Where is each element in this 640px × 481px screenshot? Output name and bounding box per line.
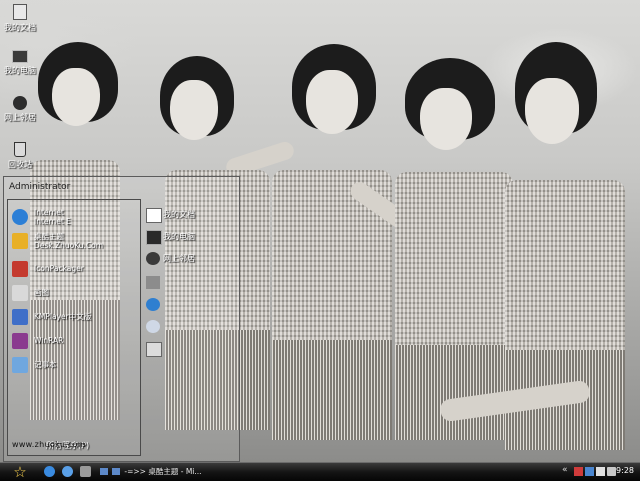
desktop-icon-label: 我的电脑: [4, 66, 36, 75]
taskbar: ☆ -=>> 桌酷主题 - Mi... « 9:28: [0, 462, 640, 481]
start-item-internet[interactable]: Internet Internet E: [12, 208, 137, 226]
winrar-icon: [12, 333, 28, 349]
start-button[interactable]: ☆: [8, 463, 32, 481]
notepad-icon: [12, 357, 28, 373]
start-menu-programs-pane: Internet Internet E 桌酷主题 Desk.ZhuoKu.Com I…: [7, 199, 141, 456]
start-item-kmplayer[interactable]: KMPlayer中文版: [12, 308, 137, 326]
start-item-label: WinRAR: [34, 336, 64, 345]
taskbar-task-label: -=>>: [124, 467, 146, 476]
desktop-icon-label: 回收站: [8, 160, 32, 169]
start-item-zhuoku-theme[interactable]: 桌酷主题 Desk.ZhuoKu.Com: [12, 232, 137, 250]
search-icon: [146, 320, 160, 333]
start-item-winrar[interactable]: WinRAR: [12, 332, 137, 350]
run-icon: [146, 342, 162, 357]
place-run[interactable]: [146, 341, 236, 357]
taskbar-task-label: 桌酷主题 - Mi...: [148, 467, 202, 476]
tray-expand-arrow[interactable]: «: [562, 465, 568, 475]
desktop-icon-recycle-bin[interactable]: 回收站: [0, 142, 40, 170]
desktop-icon-my-computer[interactable]: 我的电脑: [0, 50, 40, 76]
help-icon: [146, 298, 160, 311]
ie-alt-quicklaunch-icon[interactable]: [62, 466, 73, 477]
start-menu-username: Administrator: [9, 182, 71, 192]
my-computer-icon: [146, 230, 162, 245]
my-documents-icon: [146, 208, 162, 223]
tray-icon-1[interactable]: [574, 467, 583, 476]
system-tray: « 9:28: [562, 463, 640, 481]
zhuoku-watermark: www.zhuoku.com: [12, 440, 86, 449]
desktop-icon-network[interactable]: 网上邻居: [0, 96, 40, 123]
paint-icon: [12, 285, 28, 301]
place-network[interactable]: 网上邻居: [146, 251, 236, 267]
place-label: 网上邻居: [163, 254, 195, 263]
place-search[interactable]: [146, 319, 236, 335]
place-my-computer[interactable]: 我的电脑: [146, 229, 236, 245]
ie-quicklaunch-icon[interactable]: [44, 466, 55, 477]
start-item-label: 画图: [34, 288, 49, 297]
desktop-icon-label: 我的文档: [4, 23, 36, 32]
task-window-icon-2: [112, 468, 120, 475]
desktop-icon-label: 网上邻居: [4, 113, 36, 122]
start-menu-places-pane: 我的文档 我的电脑 网上邻居: [144, 199, 236, 439]
place-label: 我的文档: [163, 210, 195, 219]
start-item-iconpackager[interactable]: IconPackager: [12, 260, 137, 278]
network-icon: [13, 96, 27, 110]
taskbar-task-2[interactable]: -=>> 桌酷主题 - Mi...: [108, 465, 202, 479]
tray-icon-3[interactable]: [596, 467, 605, 476]
recycle-bin-icon: [14, 142, 26, 157]
volume-icon[interactable]: [607, 467, 616, 476]
start-item-label: 记事本: [34, 360, 57, 369]
desktop-icon-my-documents[interactable]: 我的文档: [0, 4, 40, 33]
start-item-paint[interactable]: 画图: [12, 284, 137, 302]
start-item-label: Internet Internet E: [34, 208, 71, 226]
start-item-label: KMPlayer中文版: [34, 312, 92, 321]
start-item-label: 桌酷主题 Desk.ZhuoKu.Com: [34, 232, 104, 250]
iconpackager-icon: [12, 261, 28, 277]
network-places-icon: [146, 252, 160, 265]
clock[interactable]: 9:28: [616, 466, 634, 475]
place-control-panel[interactable]: [146, 275, 236, 291]
computer-icon: [12, 50, 28, 63]
start-item-notepad[interactable]: 记事本: [12, 356, 137, 374]
kmplayer-icon: [12, 309, 28, 325]
tray-icon-2[interactable]: [585, 467, 594, 476]
task-window-icon: [100, 468, 108, 475]
start-item-label: IconPackager: [34, 264, 84, 273]
control-panel-icon: [146, 276, 160, 289]
place-help[interactable]: [146, 297, 236, 313]
show-desktop-icon[interactable]: [80, 466, 91, 477]
internet-explorer-icon: [12, 209, 28, 225]
start-menu: Administrator Internet Internet E 桌酷主题 Des…: [3, 176, 240, 462]
star-icon: ☆: [13, 463, 27, 481]
place-my-documents[interactable]: 我的文档: [146, 207, 236, 223]
documents-folder-icon: [13, 4, 27, 20]
zhuoku-theme-icon: [12, 233, 28, 249]
place-label: 我的电脑: [163, 232, 195, 241]
